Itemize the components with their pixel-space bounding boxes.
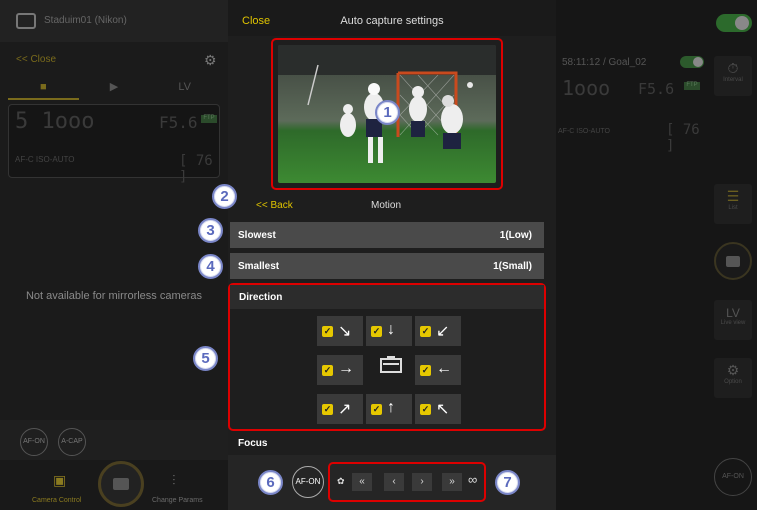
checkbox-icon[interactable]: ✓ bbox=[420, 365, 431, 376]
option-icon: ⚙ bbox=[726, 362, 740, 378]
checkbox-icon[interactable]: ✓ bbox=[371, 326, 382, 337]
callout-6: 6 bbox=[258, 470, 283, 495]
right-panel: 58:11:12 / Goal_02 1ooo F5.6 FTP AF-C IS… bbox=[556, 0, 757, 510]
smallest-value: 1(Small) bbox=[493, 261, 532, 272]
af-on-button[interactable]: AF-ON bbox=[292, 466, 324, 498]
camera-icon bbox=[113, 478, 129, 490]
lcd-aperture: F5.6 bbox=[159, 113, 198, 132]
modal-title: Auto capture settings bbox=[340, 15, 444, 27]
callout-4: 4 bbox=[198, 254, 223, 279]
status-toggle[interactable] bbox=[680, 56, 704, 68]
direction-up-left[interactable]: ✓ ↖ bbox=[415, 394, 461, 424]
infinity-icon: ∞ bbox=[468, 472, 478, 487]
focus-far-forward-button[interactable]: » bbox=[442, 473, 462, 491]
focus-far-back-button[interactable]: « bbox=[352, 473, 372, 491]
direction-down-right[interactable]: ✓ ↘ bbox=[317, 316, 363, 346]
mode-tabs: ■ ▶ LV bbox=[8, 76, 220, 100]
checkbox-icon[interactable]: ✓ bbox=[420, 404, 431, 415]
params-icon[interactable]: ⫶ bbox=[172, 472, 176, 489]
focus-back-button[interactable]: ‹ bbox=[384, 473, 404, 491]
callout-2: 2 bbox=[212, 184, 237, 209]
right-lcd: 1ooo F5.6 FTP AF-C ISO-AUTO [ 76 ] bbox=[556, 72, 710, 156]
camera-header: Staduim01 (Nikon) bbox=[0, 0, 228, 42]
option-button[interactable]: ⚙ Option bbox=[714, 358, 752, 398]
direction-right[interactable]: ✓ → bbox=[317, 355, 363, 385]
camera-icon: ■ bbox=[40, 81, 47, 93]
interval-button[interactable]: ⏱ Interval bbox=[714, 56, 752, 96]
smallest-label: Smallest bbox=[238, 261, 280, 272]
lcd-af-iso: AF-C ISO-AUTO bbox=[15, 155, 75, 164]
checkbox-icon[interactable]: ✓ bbox=[322, 404, 333, 415]
camera-control-icon[interactable]: ▣ bbox=[53, 472, 66, 489]
camera-icon bbox=[380, 356, 402, 373]
direction-left[interactable]: ✓ ← bbox=[415, 355, 461, 385]
ftp-badge: FTP bbox=[201, 115, 217, 123]
camera-icon bbox=[726, 256, 740, 267]
auto-capture-toggle[interactable] bbox=[716, 14, 752, 32]
lcd-count: [ 76 ] bbox=[666, 122, 700, 154]
focus-forward-button[interactable]: › bbox=[412, 473, 432, 491]
macro-flower-icon: ✿ bbox=[337, 476, 345, 486]
list-icon: ☰ bbox=[726, 188, 740, 204]
lcd-af-iso: AF-C ISO-AUTO bbox=[558, 128, 611, 135]
gear-icon[interactable]: ⚙ bbox=[204, 52, 217, 69]
lcd-aperture: F5.6 bbox=[638, 80, 675, 98]
unavailable-message: Not available for mirrorless cameras bbox=[25, 290, 203, 302]
slowest-value: 1(Low) bbox=[499, 230, 532, 241]
tab-lv[interactable]: LV bbox=[149, 76, 220, 100]
callout-7: 7 bbox=[495, 470, 520, 495]
modal-header: Close Auto capture settings bbox=[228, 0, 556, 36]
interval-icon: ⏱ bbox=[727, 60, 739, 76]
focus-header: Focus bbox=[238, 438, 268, 449]
lcd-count: [ 76 ] bbox=[179, 153, 213, 185]
shutter-button[interactable] bbox=[714, 242, 752, 280]
lcd-shutter: 1ooo bbox=[562, 76, 611, 100]
camera-lcd: 5 1ooo F5.6 FTP AF-C ISO-AUTO [ 76 ] bbox=[8, 104, 220, 185]
focus-controls: ✿ « ‹ › » ∞ bbox=[328, 462, 486, 502]
auto-capture-settings-modal: Close Auto capture settings << Back Moti… bbox=[228, 0, 556, 510]
direction-down-left[interactable]: ✓ ↙ bbox=[415, 316, 461, 346]
checkbox-icon[interactable]: ✓ bbox=[371, 404, 382, 415]
direction-down[interactable]: ✓ ↓ bbox=[366, 316, 412, 346]
callout-5: 5 bbox=[193, 346, 218, 371]
camera-control-label[interactable]: Camera Control bbox=[32, 497, 81, 504]
af-on-button[interactable]: AF-ON bbox=[714, 458, 752, 496]
slowest-label: Slowest bbox=[238, 230, 276, 241]
ftp-badge: FTP bbox=[684, 82, 700, 90]
checkbox-icon[interactable]: ✓ bbox=[322, 365, 333, 376]
direction-section: Direction ✓ ↘ ✓ ↓ ✓ ↙ ✓ → ✓ ← ✓ ↗ ✓ ↑ ✓ ↖ bbox=[228, 283, 546, 431]
callout-1: 1 bbox=[375, 100, 400, 125]
camera-name: Staduim01 (Nikon) bbox=[44, 15, 127, 26]
camera-control-panel: Staduim01 (Nikon) << Close ⚙ ■ ▶ LV 5 1o… bbox=[0, 0, 228, 510]
smallest-row[interactable]: Smallest 1(Small) bbox=[230, 253, 544, 279]
close-link[interactable]: << Close bbox=[16, 54, 56, 65]
status-text: 58:11:12 / Goal_02 bbox=[562, 57, 647, 68]
tab-playback[interactable]: ▶ bbox=[79, 76, 150, 100]
list-button[interactable]: ☰ List bbox=[714, 184, 752, 224]
live-view-button[interactable]: LV Live view bbox=[714, 300, 752, 340]
a-cap-button[interactable]: A-CAP bbox=[58, 428, 86, 456]
tab-camera[interactable]: ■ bbox=[8, 76, 79, 100]
direction-grid: ✓ ↘ ✓ ↓ ✓ ↙ ✓ → ✓ ← ✓ ↗ ✓ ↑ ✓ ↖ bbox=[317, 316, 461, 424]
tab-lv-label: LV bbox=[178, 81, 191, 93]
camera-icon bbox=[16, 13, 36, 29]
direction-header: Direction bbox=[230, 285, 544, 309]
section-title: Motion bbox=[370, 200, 401, 211]
slowest-row[interactable]: Slowest 1(Low) bbox=[230, 222, 544, 248]
shutter-button[interactable] bbox=[98, 461, 144, 507]
change-params-label[interactable]: Change Params bbox=[152, 497, 203, 504]
direction-up-right[interactable]: ✓ ↗ bbox=[317, 394, 363, 424]
checkbox-icon[interactable]: ✓ bbox=[420, 326, 431, 337]
playback-icon: ▶ bbox=[109, 81, 119, 93]
callout-3: 3 bbox=[198, 218, 223, 243]
checkbox-icon[interactable]: ✓ bbox=[322, 326, 333, 337]
af-on-button[interactable]: AF-ON bbox=[20, 428, 48, 456]
direction-up[interactable]: ✓ ↑ bbox=[366, 394, 412, 424]
lcd-mode-shutter: 5 1ooo bbox=[15, 109, 95, 134]
